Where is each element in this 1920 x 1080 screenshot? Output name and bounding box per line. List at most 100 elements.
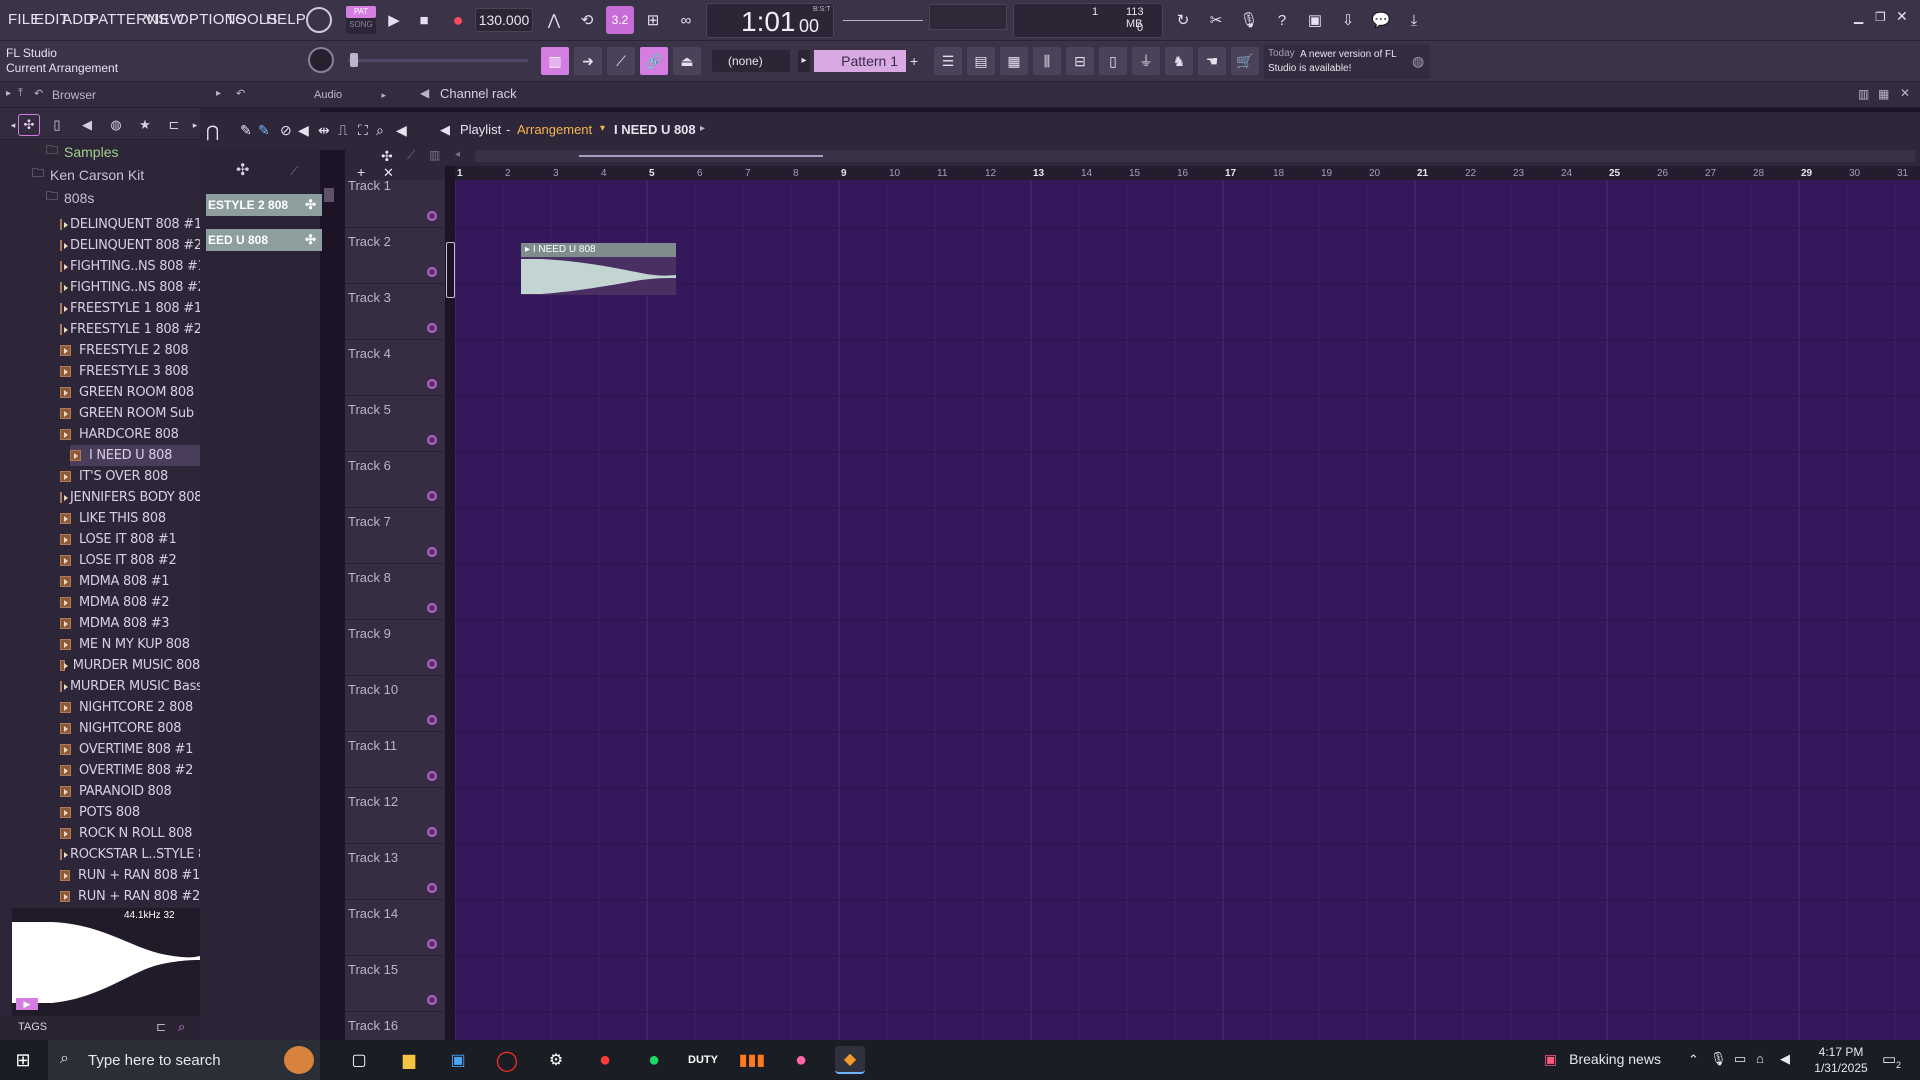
app-gear-button[interactable]: ⚙ xyxy=(541,1046,571,1074)
delete-icon[interactable]: ⊘ xyxy=(280,122,292,139)
channel-filter-select[interactable]: Audio ▸ xyxy=(310,85,390,105)
tempo-tapper-button[interactable]: ♞ xyxy=(1165,47,1193,75)
camera-tray-icon[interactable]: ▭ xyxy=(1734,1051,1746,1067)
slider-handle[interactable] xyxy=(350,53,358,67)
add-pattern-button[interactable]: + xyxy=(910,50,924,72)
file-item[interactable]: DELINQUENT 808 #2 xyxy=(60,235,202,256)
row3-close-icon[interactable]: ✕ xyxy=(1900,86,1910,100)
track-mute-dot[interactable] xyxy=(427,211,437,221)
file-item[interactable]: FIGHTING..NS 808 #2 xyxy=(60,277,206,298)
playlist-grid[interactable]: ▸ I NEED U 808 xyxy=(455,180,1920,1040)
file-item[interactable]: NIGHTCORE 808 xyxy=(60,718,200,739)
track-mute-dot[interactable] xyxy=(427,659,437,669)
overview-left-icon[interactable]: ◂ xyxy=(455,149,460,160)
master-pitch-slider[interactable] xyxy=(348,59,528,62)
arrangement-selector[interactable]: Arrangement xyxy=(517,122,592,137)
download-button[interactable]: ⤓ xyxy=(1400,6,1428,34)
file-item[interactable]: GREEN ROOM 808 xyxy=(60,382,200,403)
file-item[interactable]: MDMA 808 #1 xyxy=(60,571,200,592)
file-item[interactable]: ME N MY KUP 808 xyxy=(60,634,200,655)
step-edit-button[interactable]: ⊞ xyxy=(639,6,667,34)
opera-button[interactable]: ◯ xyxy=(492,1046,522,1074)
spotify-button[interactable]: ● xyxy=(639,1046,669,1074)
browser-files-icon[interactable]: ▯ xyxy=(46,114,68,136)
file-item[interactable]: FREESTYLE 2 808 xyxy=(60,340,200,361)
pencil-icon[interactable]: ✎ xyxy=(240,122,252,139)
overview-link-icon[interactable]: ⟋ xyxy=(407,148,415,163)
file-item[interactable]: DELINQUENT 808 #1 xyxy=(60,214,202,235)
grid-icon[interactable]: ▦ xyxy=(1878,87,1889,101)
snap-button[interactable]: ⟋ xyxy=(607,47,635,75)
osu-button[interactable]: ● xyxy=(786,1046,816,1074)
track-2-selector[interactable] xyxy=(446,242,455,298)
file-item[interactable]: MDMA 808 #3 xyxy=(60,613,200,634)
touch-controller-button[interactable]: ☚ xyxy=(1198,47,1226,75)
track-mute-dot[interactable] xyxy=(427,827,437,837)
file-item[interactable]: FREESTYLE 1 808 #1 xyxy=(60,298,202,319)
file-item[interactable]: OVERTIME 808 #1 xyxy=(60,739,200,760)
folder-kit[interactable]: 🗀 Ken Carson Kit xyxy=(32,164,144,185)
task-view-button[interactable]: ▢ xyxy=(344,1046,374,1074)
track-header[interactable]: Track 11 xyxy=(345,732,445,788)
magnet-icon[interactable]: ⋂ xyxy=(206,122,219,142)
track-header[interactable]: Track 10 xyxy=(345,676,445,732)
track-mute-dot[interactable] xyxy=(427,603,437,613)
channel-scrollbar[interactable] xyxy=(324,188,334,202)
track-header[interactable]: Track 15 xyxy=(345,956,445,1012)
track-header[interactable]: Track 9 xyxy=(345,620,445,676)
folder-samples[interactable]: 🗀 Samples xyxy=(46,141,118,162)
cut-tool-button[interactable]: ✂ xyxy=(1202,6,1230,34)
channel-link-icon[interactable]: ⟋ xyxy=(290,164,298,179)
overview-handle[interactable] xyxy=(579,155,823,157)
file-item[interactable]: OVERTIME 808 #2 xyxy=(60,760,200,781)
speaker-icon[interactable]: ◀ xyxy=(420,86,429,100)
plugin-button[interactable]: ⏚ xyxy=(1132,47,1160,75)
mixer-button[interactable]: ⫼ xyxy=(1033,47,1061,75)
metronome-button[interactable]: ⋀ xyxy=(540,6,568,34)
playback-icon[interactable]: ◀ xyxy=(396,122,407,139)
up-arrow-icon[interactable]: ⤒ xyxy=(18,87,23,100)
browser-speaker-icon[interactable]: ◀ xyxy=(76,114,98,136)
back-arrow-icon[interactable]: ↶ xyxy=(34,87,43,100)
snap-select[interactable]: (none) xyxy=(712,50,790,72)
file-item[interactable]: LOSE IT 808 #2 xyxy=(60,550,200,571)
master-volume-knob[interactable] xyxy=(306,7,332,33)
file-item[interactable]: I NEED U 808 xyxy=(70,445,200,466)
file-item[interactable]: FREESTYLE 1 808 #2 xyxy=(60,319,202,340)
track-header[interactable]: Track 7 xyxy=(345,508,445,564)
track-mute-dot[interactable] xyxy=(427,491,437,501)
file-item[interactable]: JENNIFERS BODY 808 xyxy=(60,487,202,508)
graph-icon[interactable]: ▥ xyxy=(1858,87,1869,101)
preview-play-icon[interactable]: ▶ xyxy=(16,998,38,1010)
file-item[interactable]: NIGHTCORE 2 808 xyxy=(60,697,200,718)
track-mute-dot[interactable] xyxy=(427,267,437,277)
file-item[interactable]: LIKE THIS 808 xyxy=(60,508,200,529)
select-icon[interactable]: ⛶ xyxy=(358,122,368,139)
file-explorer-button[interactable]: ▆ xyxy=(394,1046,424,1074)
search-icon[interactable]: ⌕ xyxy=(178,1019,185,1035)
time-display[interactable]: 1:01 00 B:S:T xyxy=(706,3,834,38)
track-mute-dot[interactable] xyxy=(427,883,437,893)
file-item[interactable]: PARANOID 808 xyxy=(60,781,200,802)
arrangement-dropdown-icon[interactable]: ▾ xyxy=(600,123,605,134)
channel-expand-icon[interactable]: ▸ xyxy=(216,88,221,99)
zoom-icon[interactable]: ⌕ xyxy=(376,122,384,139)
browser-all-icon[interactable]: ✣ xyxy=(18,114,40,136)
track-mute-dot[interactable] xyxy=(427,995,437,1005)
file-item[interactable]: RUN + RAN 808 #1 xyxy=(60,865,200,886)
track-header[interactable]: Track 8 xyxy=(345,564,445,620)
file-item[interactable]: POTS 808 xyxy=(60,802,200,823)
paint-icon[interactable]: ✎ xyxy=(258,122,270,139)
file-item[interactable]: FREESTYLE 3 808 xyxy=(60,361,200,382)
audio-clip[interactable]: ▸ I NEED U 808 xyxy=(521,243,676,295)
track-header[interactable]: Track 2 xyxy=(345,228,445,284)
file-item[interactable]: RUN + RAN 808 #2 xyxy=(60,886,200,907)
cod-button[interactable]: DUTY xyxy=(688,1046,718,1074)
track-header[interactable]: Track 3 xyxy=(345,284,445,340)
link-button[interactable]: 🔗 xyxy=(640,47,668,75)
browser-globe-icon[interactable]: ◍ xyxy=(105,114,127,136)
help-button[interactable]: ? xyxy=(1268,6,1296,34)
file-item[interactable]: HARDCORE 808 xyxy=(60,424,200,445)
project-button[interactable]: ▯ xyxy=(1099,47,1127,75)
start-button[interactable]: ⊞ xyxy=(8,1046,38,1074)
